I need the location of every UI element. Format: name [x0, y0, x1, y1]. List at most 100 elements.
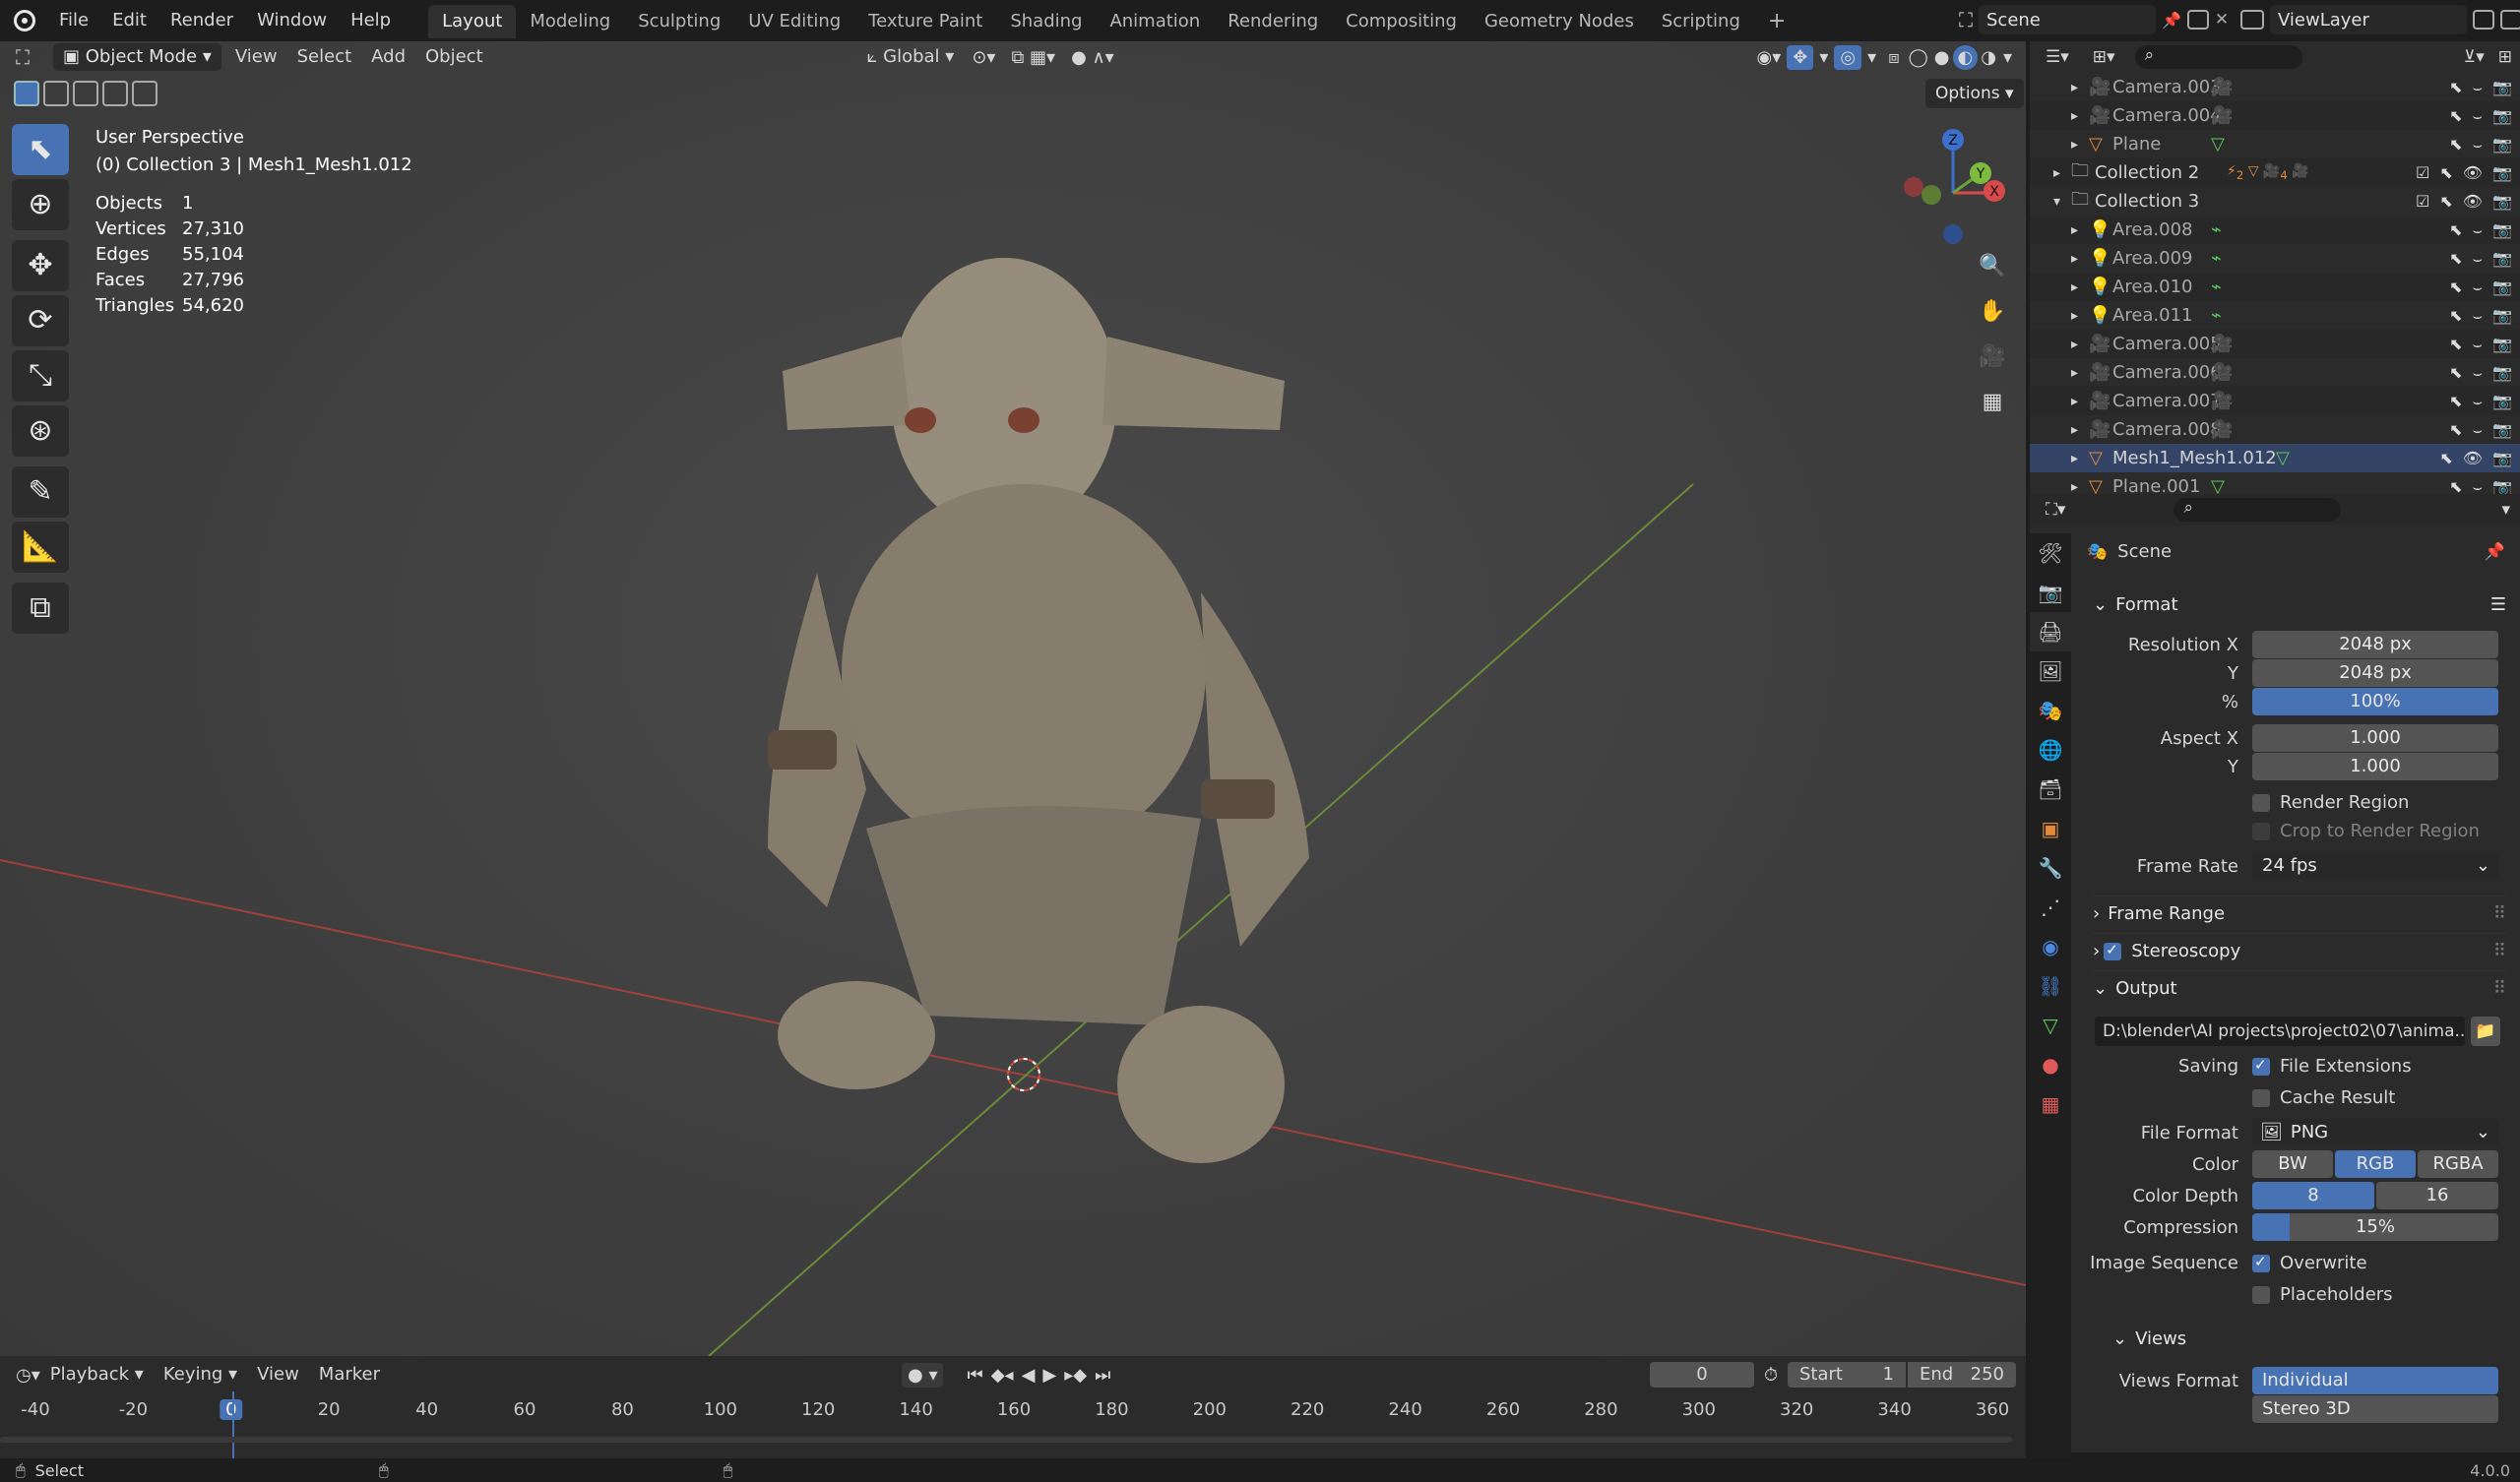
- render-camera-icon[interactable]: 📷: [2492, 78, 2512, 97]
- collapse-arrow-icon[interactable]: ▸: [2071, 422, 2078, 438]
- object-mode-dropdown[interactable]: ▣ Object Mode ▾: [53, 43, 221, 71]
- new-scene-icon[interactable]: [2186, 10, 2209, 30]
- compression-slider[interactable]: 15%: [2252, 1213, 2498, 1241]
- light-data-icon[interactable]: ⌁: [2211, 248, 2222, 269]
- filter-icon[interactable]: ⊻▾: [2464, 47, 2485, 67]
- selectable-arrow-icon[interactable]: ⬉: [2449, 363, 2462, 383]
- render-camera-icon[interactable]: 📷: [2492, 363, 2512, 383]
- outliner-row[interactable]: ▸ 🎥 Camera.008 🎥 ⬉ ⌣ 📷: [2030, 415, 2520, 444]
- annotate-tool[interactable]: ✎: [12, 466, 69, 518]
- add-cube-tool[interactable]: ⧉: [12, 583, 69, 634]
- 3d-viewport[interactable]: [0, 41, 2026, 1356]
- tab-modeling[interactable]: Modeling: [516, 5, 624, 38]
- select-new-icon[interactable]: [14, 81, 39, 106]
- menu-help[interactable]: Help: [339, 0, 403, 41]
- render-camera-icon[interactable]: 📷: [2492, 135, 2512, 154]
- tool-tab-icon[interactable]: 🛠: [2030, 533, 2071, 573]
- views-panel-header[interactable]: ⌄ Views: [2112, 1321, 2506, 1356]
- object-tab-icon[interactable]: ▣: [2030, 809, 2071, 848]
- selectable-arrow-icon[interactable]: ⬉: [2449, 135, 2462, 154]
- display-mode-icon[interactable]: ⊞▾: [2093, 47, 2115, 67]
- scale-tool[interactable]: ⤡: [12, 350, 69, 401]
- render-camera-icon[interactable]: 📷: [2492, 220, 2512, 240]
- visibility-icon[interactable]: ◉▾: [1751, 47, 1788, 68]
- color-rgb-button[interactable]: RGB: [2335, 1150, 2416, 1178]
- pin-icon[interactable]: 📌: [2485, 542, 2505, 562]
- texture-tab-icon[interactable]: ▦: [2030, 1084, 2071, 1124]
- outliner-row[interactable]: ▸ 🎥 Camera.006 🎥 ⬉ ⌣ 📷: [2030, 358, 2520, 387]
- particles-tab-icon[interactable]: ⋰: [2030, 888, 2071, 927]
- collapse-arrow-icon[interactable]: ▸: [2071, 394, 2078, 409]
- eye-closed-icon[interactable]: ⌣: [2473, 220, 2484, 240]
- prev-keyframe-icon[interactable]: ◆◂: [987, 1365, 1018, 1386]
- outliner-row[interactable]: ▸ 🎥 Camera.005 🎥 ⬉ ⌣ 📷: [2030, 330, 2520, 358]
- blender-logo-icon[interactable]: [14, 10, 35, 31]
- measure-tool[interactable]: 📐: [12, 522, 69, 573]
- resolution-percent-slider[interactable]: 100%: [2252, 688, 2498, 715]
- transform-orientation-dropdown[interactable]: ⟀ Global ▾: [857, 41, 965, 73]
- eye-closed-icon[interactable]: ⌣: [2473, 392, 2484, 411]
- timeline-scrollbar[interactable]: [0, 1437, 2012, 1443]
- eye-closed-icon[interactable]: ⌣: [2473, 249, 2484, 269]
- render-tab-icon[interactable]: 📷: [2030, 573, 2071, 612]
- view-layer-icon[interactable]: [2240, 10, 2264, 30]
- next-keyframe-icon[interactable]: ▸◆: [1060, 1365, 1091, 1386]
- camera-data-icon[interactable]: 🎥: [2211, 105, 2233, 126]
- tab-shading[interactable]: Shading: [996, 5, 1096, 38]
- data-tab-icon[interactable]: ▽: [2030, 1006, 2071, 1045]
- properties-editor-icon[interactable]: ⛶▾: [2046, 500, 2065, 520]
- select-box-tool[interactable]: ⬉: [12, 124, 69, 175]
- eye-closed-icon[interactable]: ⌣: [2473, 78, 2484, 97]
- cache-result-checkbox[interactable]: Cache Result: [2252, 1087, 2395, 1108]
- eye-closed-icon[interactable]: ⌣: [2473, 335, 2484, 354]
- collapse-arrow-icon[interactable]: ▸: [2071, 80, 2078, 95]
- collapse-arrow-icon[interactable]: ▸: [2071, 222, 2078, 238]
- selectable-arrow-icon[interactable]: ⬉: [2439, 163, 2452, 182]
- proportional-edit-icon[interactable]: ● ∧▾: [1063, 47, 1122, 68]
- select-subtract-icon[interactable]: [73, 81, 98, 106]
- placeholders-checkbox[interactable]: Placeholders: [2252, 1284, 2393, 1305]
- new-view-layer-icon[interactable]: [2473, 10, 2494, 30]
- pin-icon[interactable]: 📌: [2162, 11, 2181, 30]
- snap-icon[interactable]: ⧉ ▦▾: [1003, 47, 1063, 68]
- eye-closed-icon[interactable]: ⌣: [2473, 135, 2484, 154]
- playback-menu[interactable]: Playback ▾: [40, 1359, 154, 1390]
- views-individual-button[interactable]: Individual: [2252, 1367, 2498, 1394]
- color-bw-button[interactable]: BW: [2252, 1150, 2333, 1178]
- selectable-arrow-icon[interactable]: ⬉: [2449, 306, 2462, 326]
- overlay-toggle-icon[interactable]: ◎: [1834, 44, 1862, 70]
- light-data-icon[interactable]: ⌁: [2211, 277, 2222, 297]
- camera-data-icon[interactable]: 🎥: [2211, 362, 2233, 383]
- outliner-editor-icon[interactable]: ☰▾: [2046, 47, 2069, 67]
- outliner-row[interactable]: ▸ ▽ Plane ▽ ⬉ ⌣ 📷: [2030, 130, 2520, 158]
- outliner-row[interactable]: ▸ ▽ Mesh1_Mesh1.012 ▽ ⬉ 👁 📷: [2030, 444, 2520, 472]
- folder-icon[interactable]: 📁: [2471, 1017, 2500, 1046]
- outliner-row[interactable]: ▸ 💡 Area.011 ⌁ ⬉ ⌣ 📷: [2030, 301, 2520, 330]
- expand-arrow-icon[interactable]: ▾: [2053, 194, 2060, 210]
- editor-type-icon[interactable]: ⛶: [16, 45, 30, 69]
- collapse-icon[interactable]: ▾: [2501, 500, 2510, 520]
- viewport-menu-object[interactable]: Object: [415, 41, 493, 73]
- transform-tool[interactable]: ⊛: [12, 405, 69, 457]
- rotate-tool[interactable]: ⟳: [12, 295, 69, 346]
- eye-icon[interactable]: 👁: [2463, 192, 2483, 211]
- presets-icon[interactable]: ☰: [2490, 594, 2506, 615]
- collection-tab-icon[interactable]: 🗃: [2030, 770, 2071, 809]
- camera-data-icon[interactable]: 🎥: [2211, 77, 2233, 97]
- resolution-y-field[interactable]: 2048 px: [2252, 659, 2498, 687]
- tab-uv-editing[interactable]: UV Editing: [734, 5, 854, 38]
- navigation-gizmo[interactable]: Z X Y: [1890, 124, 2018, 252]
- tab-geometry-nodes[interactable]: Geometry Nodes: [1471, 5, 1648, 38]
- render-camera-icon[interactable]: 📷: [2492, 420, 2512, 440]
- output-tab-icon[interactable]: 🖨: [2030, 612, 2071, 651]
- properties-search-input[interactable]: ⌕: [2174, 498, 2342, 522]
- eye-closed-icon[interactable]: ⌣: [2473, 306, 2484, 326]
- tab-layout[interactable]: Layout: [428, 5, 517, 38]
- scene-tab-icon[interactable]: 🎭: [2030, 691, 2071, 730]
- new-collection-icon[interactable]: ⊞: [2498, 47, 2512, 67]
- light-data-icon[interactable]: ⌁: [2211, 219, 2222, 240]
- current-frame-field[interactable]: 0: [1649, 1362, 1754, 1388]
- selectable-arrow-icon[interactable]: ⬉: [2439, 449, 2452, 467]
- mesh-data-icon[interactable]: ▽: [2276, 448, 2290, 468]
- gizmo-toggle-icon[interactable]: ✥: [1787, 44, 1814, 70]
